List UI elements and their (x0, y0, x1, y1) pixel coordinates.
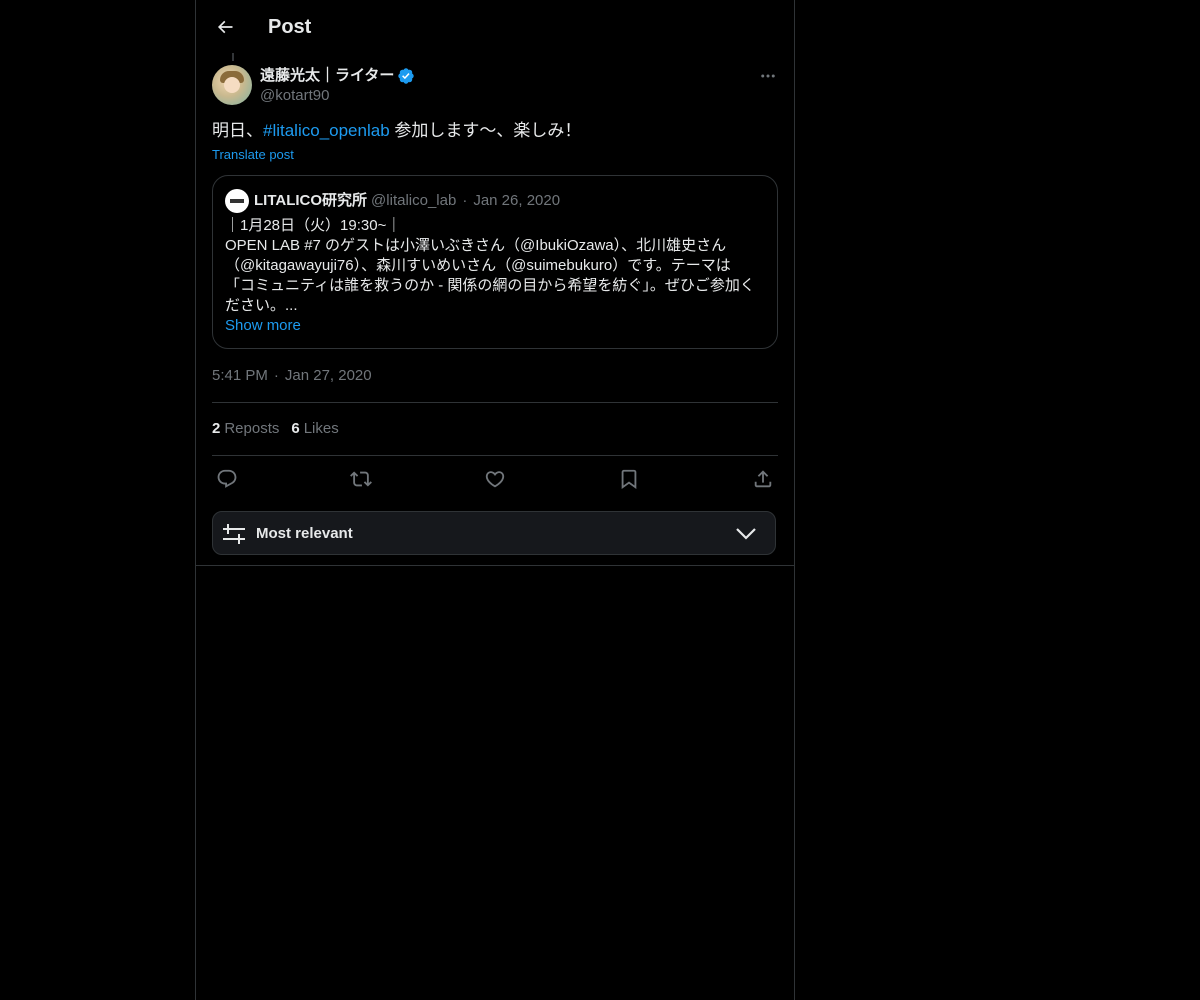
reply-sort-dropdown[interactable]: Most relevant (212, 511, 776, 555)
author-name-row[interactable]: 遠藤光太｜ライター (260, 66, 415, 86)
quoted-author-avatar (225, 189, 249, 213)
bookmark-button[interactable] (614, 466, 644, 492)
filter-sliders-icon (223, 524, 245, 544)
post-stats: 2 Reposts 6 Likes (212, 419, 339, 439)
verified-badge-icon (397, 67, 415, 85)
quoted-line: ださい。... (225, 297, 298, 314)
reply-icon (217, 469, 237, 488)
quoted-line: OPEN LAB #7 のゲストは小澤いぶきさん（@IbukiOzawa）、北川… (225, 237, 727, 254)
more-options-button[interactable] (758, 66, 778, 86)
post-timestamp: 5:41 PM · Jan 27, 2020 (212, 366, 372, 386)
hashtag-link[interactable]: #litalico_openlab (263, 121, 390, 140)
main-column: Post 遠藤光太｜ライター @kotart90 明日、#litalico_op… (195, 0, 795, 1000)
sort-label: Most relevant (256, 525, 353, 542)
author-avatar[interactable] (212, 65, 252, 105)
show-more-link[interactable]: Show more (225, 316, 301, 336)
quoted-post-text: ｜1月28日（火）19:30~｜ OPEN LAB #7 のゲストは小澤いぶきさ… (225, 216, 765, 316)
divider (212, 455, 778, 456)
reply-button[interactable] (212, 466, 242, 492)
divider (212, 402, 778, 403)
action-bar (212, 466, 778, 492)
translate-post-link[interactable]: Translate post (212, 146, 294, 164)
quoted-post[interactable]: LITALICO研究所 @litalico_lab · Jan 26, 2020… (212, 175, 778, 349)
post-date[interactable]: Jan 27, 2020 (285, 367, 372, 384)
quoted-author-handle: @litalico_lab (371, 192, 457, 209)
bookmark-icon (621, 469, 637, 490)
page-title: Post (268, 16, 312, 38)
post-text: 明日、#litalico_openlab 参加します〜、楽しみ！ (212, 120, 581, 142)
reposts-stat[interactable]: 2 Reposts (212, 419, 279, 439)
quoted-line: ｜1月28日（火）19:30~｜ (225, 217, 402, 234)
repost-button[interactable] (346, 466, 376, 492)
like-button[interactable] (480, 466, 510, 492)
author-row: 遠藤光太｜ライター @kotart90 (212, 64, 778, 106)
quoted-line: 「コミュニティは誰を救うのか - 関係の網の目から希望を紡ぐ」。ぜひご参加く (225, 277, 755, 294)
post-detail: Post 遠藤光太｜ライター @kotart90 明日、#litalico_op… (196, 0, 794, 566)
reposts-count: 2 (212, 420, 221, 437)
chevron-down-icon (736, 528, 756, 540)
likes-label: Likes (303, 420, 339, 437)
quoted-post-header: LITALICO研究所 @litalico_lab · Jan 26, 2020 (225, 189, 560, 213)
back-arrow-icon (217, 20, 233, 34)
quoted-author-name: LITALICO研究所 (254, 192, 368, 209)
share-button[interactable] (748, 466, 778, 492)
thread-line (232, 53, 234, 61)
reposts-label: Reposts (224, 420, 280, 437)
like-icon (485, 471, 505, 488)
quoted-date: Jan 26, 2020 (473, 192, 561, 209)
quoted-separator: · (462, 192, 468, 209)
author-handle[interactable]: @kotart90 (260, 86, 329, 106)
more-dots-icon (761, 74, 775, 78)
likes-count: 6 (291, 420, 300, 437)
quoted-line: （@kitagawayuji76）、森川すいめいさん（@suimebukuro）… (225, 257, 731, 274)
post-time[interactable]: 5:41 PM (212, 367, 268, 384)
post-text-after: 参加します〜、楽しみ！ (389, 121, 582, 140)
timestamp-separator: · (273, 367, 279, 384)
repost-icon (350, 471, 372, 487)
post-text-before: 明日、 (212, 121, 263, 140)
author-name[interactable]: 遠藤光太｜ライター (260, 66, 394, 86)
back-button[interactable] (210, 12, 240, 42)
page-header: Post (196, 0, 794, 53)
share-icon (754, 470, 772, 488)
likes-stat[interactable]: 6 Likes (291, 419, 338, 439)
